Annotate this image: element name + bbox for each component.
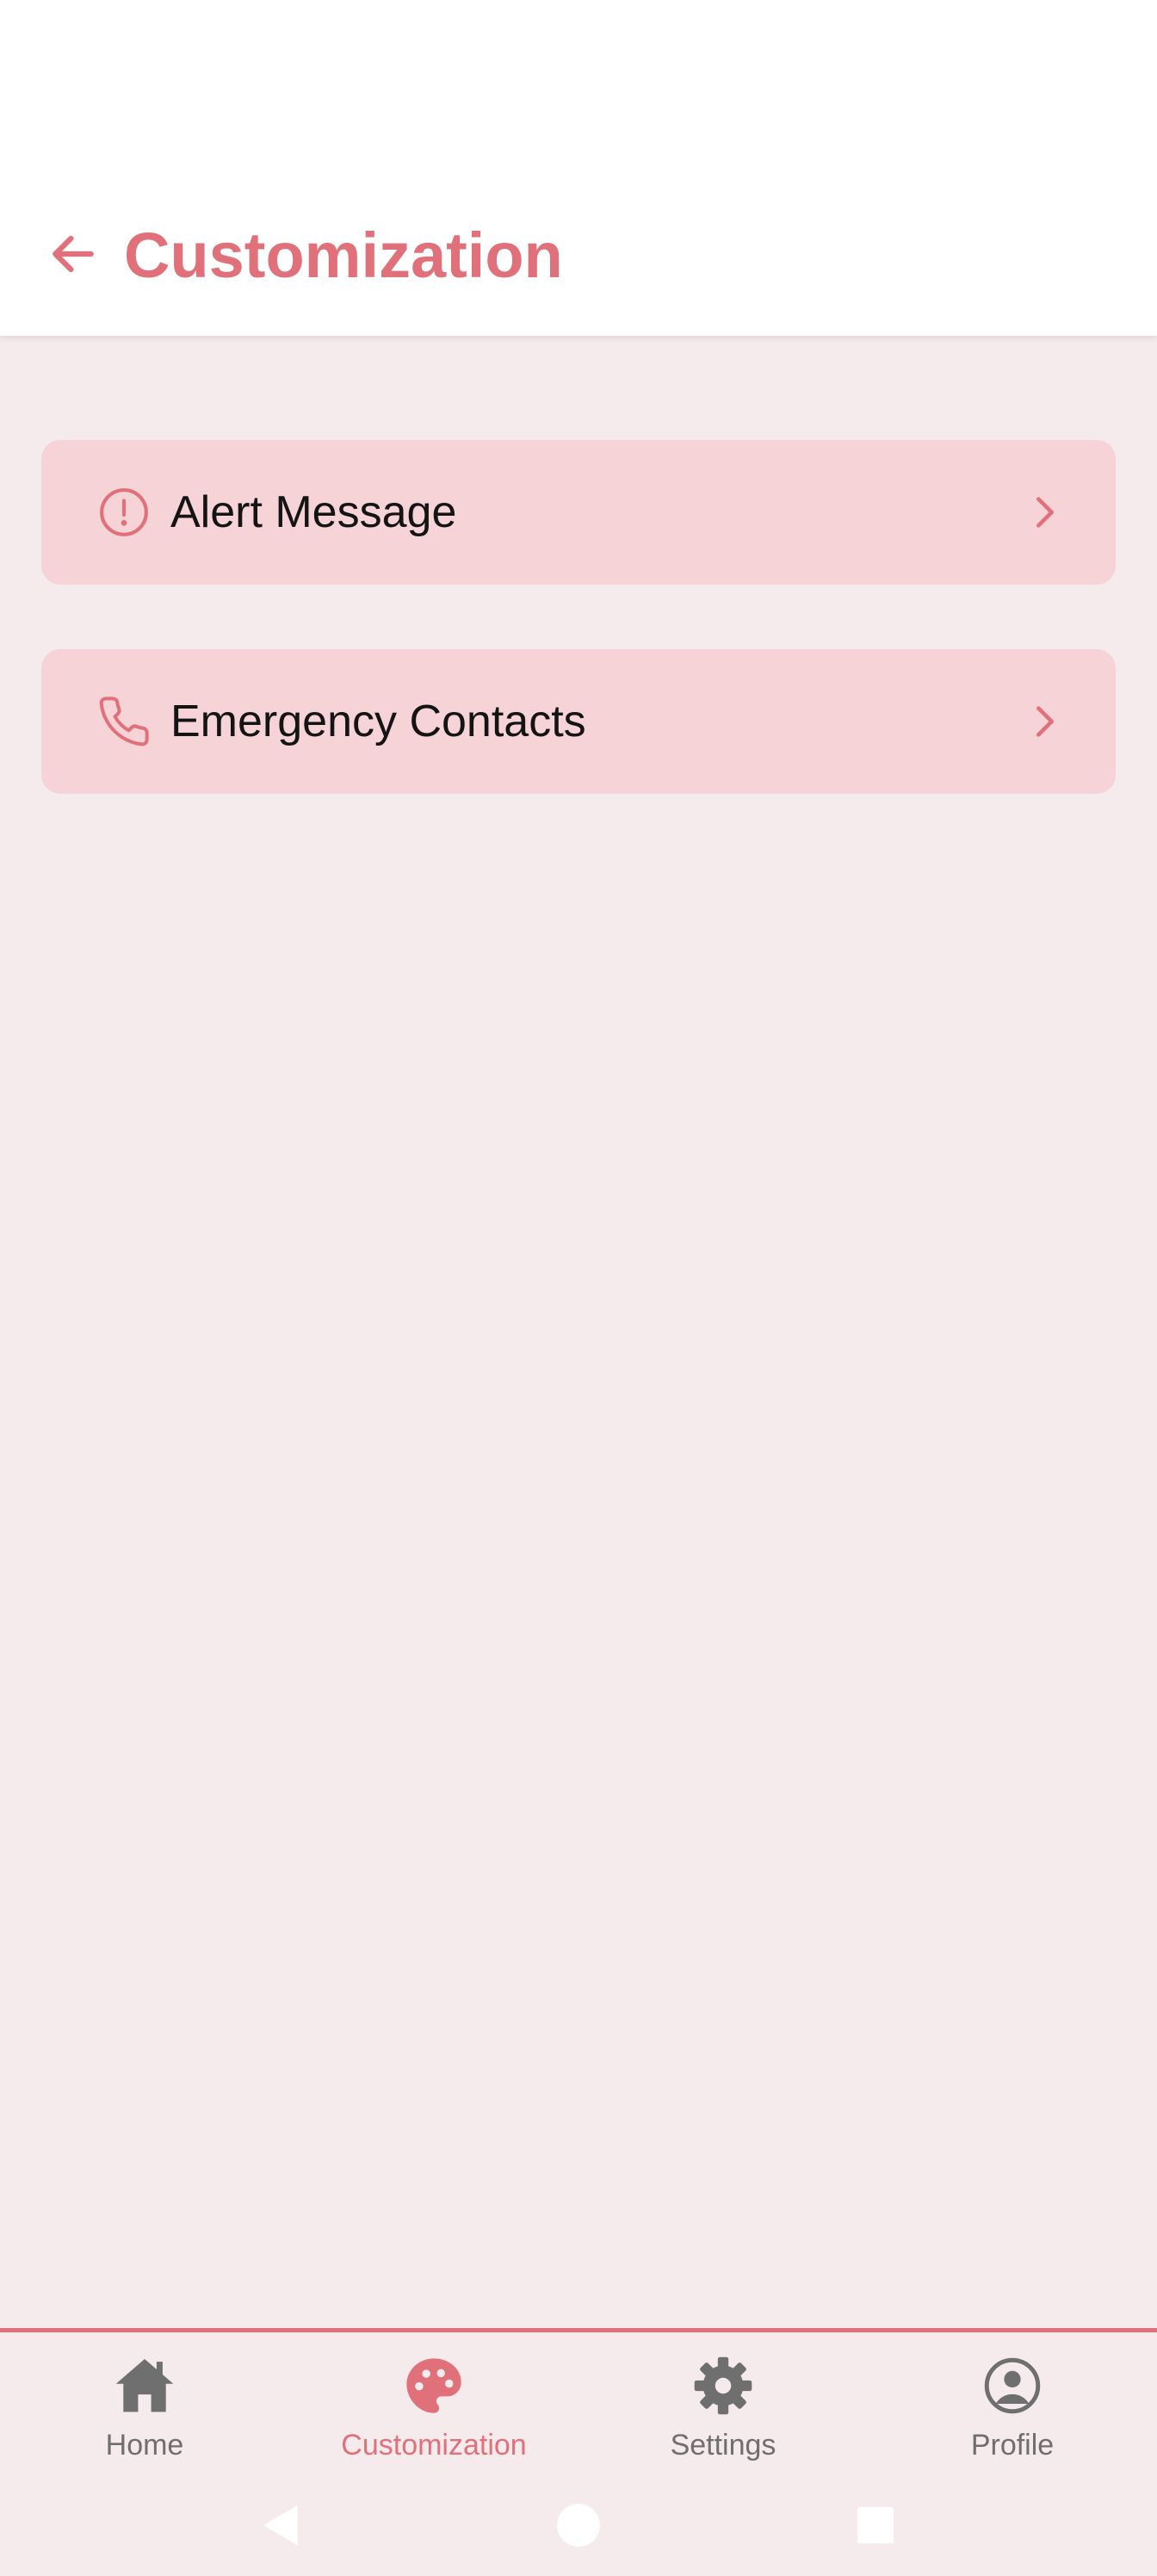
emergency-contacts-item[interactable]: Emergency Contacts	[41, 649, 1116, 794]
chevron-right-icon	[1011, 478, 1080, 547]
alert-circle-icon	[81, 469, 167, 555]
alert-message-label: Alert Message	[170, 487, 457, 537]
back-triangle-icon[interactable]	[231, 2474, 332, 2576]
nav-label-profile: Profile	[970, 2429, 1055, 2461]
app-bar: Customization	[0, 0, 1157, 336]
back-button[interactable]	[34, 215, 112, 293]
chevron-right-icon	[1011, 687, 1080, 756]
phone-icon	[81, 678, 167, 765]
page-title: Customization	[124, 220, 563, 291]
main-content: Alert Message Emergency Contacts	[0, 336, 1157, 2328]
system-navigation-bar	[0, 2474, 1157, 2576]
home-icon	[112, 2353, 177, 2418]
nav-label-settings: Settings	[670, 2429, 776, 2461]
nav-label-customization: Customization	[341, 2429, 527, 2461]
nav-item-home[interactable]: Home	[0, 2332, 289, 2479]
nav-item-customization[interactable]: Customization	[289, 2332, 578, 2479]
profile-icon	[980, 2353, 1045, 2418]
recents-square-icon[interactable]	[825, 2474, 926, 2576]
home-circle-icon[interactable]	[528, 2474, 629, 2576]
emergency-contacts-label: Emergency Contacts	[170, 697, 586, 746]
arrow-left-icon	[46, 227, 100, 281]
nav-item-profile[interactable]: Profile	[868, 2332, 1157, 2479]
alert-message-item[interactable]: Alert Message	[41, 440, 1116, 585]
gear-icon	[690, 2353, 756, 2418]
nav-item-settings[interactable]: Settings	[578, 2332, 868, 2479]
nav-label-home: Home	[105, 2429, 184, 2461]
palette-icon	[401, 2353, 467, 2418]
